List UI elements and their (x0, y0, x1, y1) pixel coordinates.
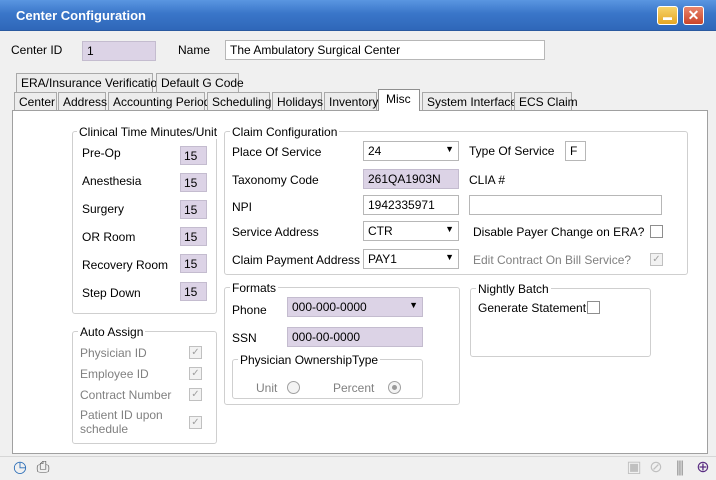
tab-scheduling[interactable]: Scheduling (207, 92, 271, 111)
claim-payment-address-value: PAY1 (368, 252, 397, 266)
tab-system-interface[interactable]: System Interface (422, 92, 517, 111)
disable-payer-change-label: Disable Payer Change on ERA? (473, 225, 645, 239)
clia-label: CLIA # (469, 173, 506, 187)
service-address-value: CTR (368, 224, 393, 238)
contract-number-label: Contract Number (80, 388, 172, 402)
center-id-label: Center ID (11, 43, 63, 57)
phone-format-value: 000-000-0000 (292, 300, 367, 314)
claim-configuration-title: Claim Configuration (230, 125, 340, 139)
generate-statement-label: Generate Statement (478, 301, 587, 315)
cancel-icon[interactable]: ⊘ (647, 459, 665, 477)
save-icon[interactable]: ▣ (625, 459, 643, 477)
place-of-service-value: 24 (368, 144, 382, 158)
percent-radio[interactable] (388, 381, 401, 394)
taxonomy-code-label: Taxonomy Code (232, 173, 319, 187)
patient-id-upon-schedule-label: Patient ID upon schedule (80, 408, 163, 436)
tab-inventory[interactable]: Inventory (324, 92, 378, 111)
chevron-down-icon: ▼ (445, 224, 454, 234)
disable-payer-change-checkbox[interactable] (650, 225, 663, 238)
anesthesia-field[interactable]: 15 (180, 173, 207, 192)
name-field[interactable]: The Ambulatory Surgical Center (225, 40, 545, 60)
ownership-type-title: Physician OwnershipType (238, 353, 381, 367)
minimize-icon: ▬ (663, 12, 672, 22)
surgery-field[interactable]: 15 (180, 200, 207, 219)
clia-field[interactable] (469, 195, 662, 215)
or-room-field[interactable]: 15 (180, 227, 207, 246)
tab-ecs-claim[interactable]: ECS Claim (514, 92, 578, 111)
nightly-batch-group (470, 288, 651, 357)
employee-id-checkbox[interactable]: ✓ (189, 367, 202, 380)
physician-id-label: Physician ID (80, 346, 147, 360)
edit-contract-checkbox[interactable]: ✓ (650, 253, 663, 266)
clinical-time-title: Clinical Time Minutes/Unit (77, 125, 220, 139)
phone-format-select[interactable]: 000-000-0000 ▼ (287, 297, 423, 317)
tab-default-g-code[interactable]: Default G Code (156, 73, 244, 92)
tab-address[interactable]: Address (58, 92, 107, 111)
close-button[interactable]: ✕ (683, 6, 704, 25)
generate-statement-checkbox[interactable] (587, 301, 600, 314)
claim-payment-address-select[interactable]: PAY1 ▼ (363, 249, 459, 269)
printer-icon[interactable]: ⎙ (34, 459, 52, 477)
close-icon: ✕ (687, 7, 700, 23)
phone-label: Phone (232, 303, 267, 317)
chevron-down-icon: ▼ (445, 252, 454, 262)
auto-assign-title: Auto Assign (78, 325, 146, 339)
recovery-room-field[interactable]: 15 (180, 254, 207, 273)
contract-number-checkbox[interactable]: ✓ (189, 388, 202, 401)
tab-holidays[interactable]: Holidays (272, 92, 323, 111)
pre-op-field[interactable]: 15 (180, 146, 207, 165)
npi-field[interactable]: 1942335971 (363, 195, 459, 215)
tab-center[interactable]: Center (14, 92, 57, 111)
type-of-service-label: Type Of Service (469, 144, 555, 158)
formats-title: Formats (230, 281, 279, 295)
name-label: Name (178, 43, 211, 57)
clock-icon[interactable]: ◷ (11, 459, 29, 477)
surgery-label: Surgery (82, 202, 125, 216)
tab-era-insurance-verification[interactable]: ERA/Insurance Verification (16, 73, 164, 92)
center-id-field[interactable]: 1 (82, 41, 156, 61)
physician-id-checkbox[interactable]: ✓ (189, 346, 202, 359)
patient-id-upon-schedule-checkbox[interactable]: ✓ (189, 416, 202, 429)
taxonomy-code-field[interactable]: 261QA1903N (363, 169, 459, 189)
unit-label: Unit (256, 381, 278, 395)
edit-contract-label: Edit Contract On Bill Service? (473, 253, 632, 267)
place-of-service-select[interactable]: 24 ▼ (363, 141, 459, 161)
recovery-room-label: Recovery Room (82, 258, 169, 272)
minimize-button[interactable]: ▬ (657, 6, 678, 25)
ssn-label: SSN (232, 331, 257, 345)
window-title: Center Configuration (16, 8, 146, 23)
step-down-field[interactable]: 15 (180, 282, 207, 301)
npi-label: NPI (232, 200, 253, 214)
tab-misc[interactable]: Misc (378, 89, 420, 111)
add-icon[interactable]: ⊕ (694, 459, 712, 477)
anesthesia-label: Anesthesia (82, 174, 142, 188)
ssn-format-field[interactable]: 000-00-0000 (287, 327, 423, 347)
status-bar (0, 456, 716, 480)
service-address-label: Service Address (232, 225, 319, 239)
type-of-service-field[interactable]: F (565, 141, 586, 161)
tab-accounting-period[interactable]: Accounting Period (108, 92, 210, 111)
employee-id-label: Employee ID (80, 367, 149, 381)
claim-payment-address-label: Claim Payment Address (232, 253, 361, 267)
unit-radio[interactable] (287, 381, 300, 394)
service-address-select[interactable]: CTR ▼ (363, 221, 459, 241)
percent-label: Percent (333, 381, 375, 395)
step-down-label: Step Down (82, 286, 141, 300)
or-room-label: OR Room (82, 230, 136, 244)
place-of-service-label: Place Of Service (232, 145, 322, 159)
pre-op-label: Pre-Op (82, 146, 121, 160)
nightly-batch-title: Nightly Batch (476, 282, 551, 296)
grip-icon: ||| (675, 459, 684, 476)
chevron-down-icon: ▼ (409, 300, 418, 310)
chevron-down-icon: ▼ (445, 144, 454, 154)
